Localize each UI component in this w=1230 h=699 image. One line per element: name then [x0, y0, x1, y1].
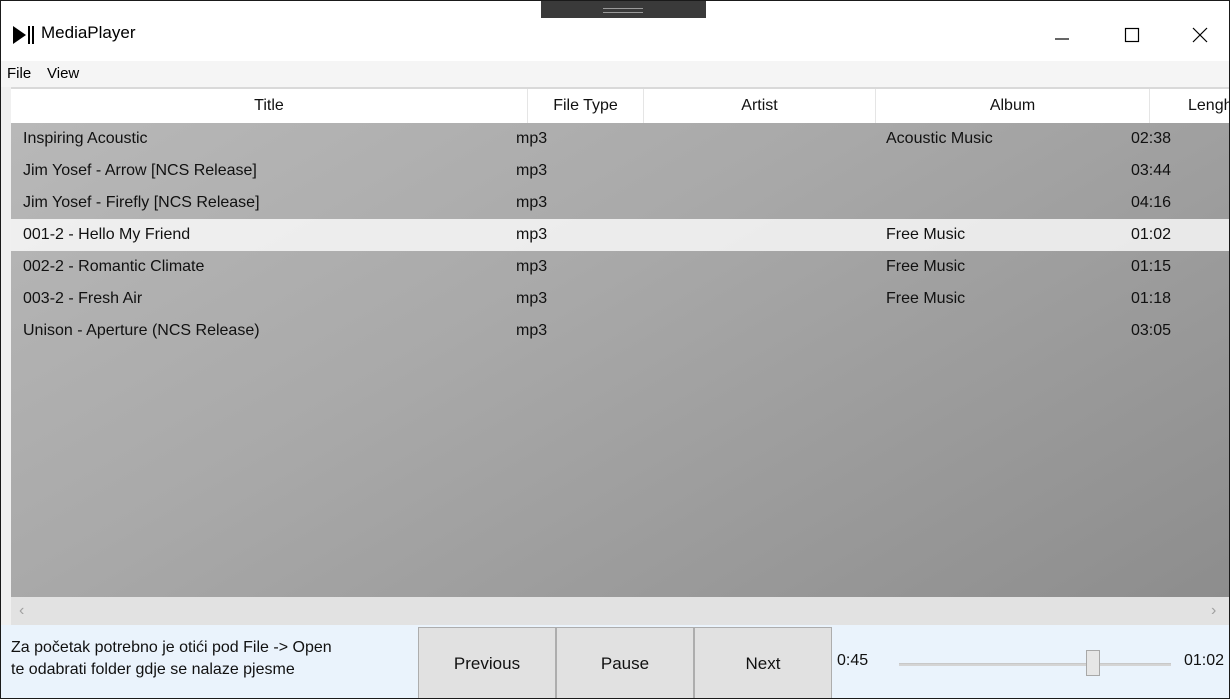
cell-length: 03:44	[1131, 162, 1172, 179]
maximize-button[interactable]	[1109, 17, 1155, 53]
player-controls-bar: Za početak potrebno je otići pod File ->…	[1, 625, 1229, 698]
cell-file-type: mp3	[516, 130, 548, 147]
drag-handle[interactable]	[541, 1, 706, 18]
play-pause-app-icon	[13, 26, 34, 44]
instructions-line-1: Za početak potrebno je otići pod File ->…	[11, 639, 332, 656]
scroll-left-icon[interactable]: ‹	[19, 602, 24, 620]
cell-length: 03:05	[1131, 322, 1172, 339]
cell-file-type: mp3	[516, 290, 548, 307]
menu-bar: File View	[1, 61, 1229, 87]
column-header-row: Title File Type Artist Album Lenght	[11, 87, 1229, 124]
column-header-title[interactable]: Title	[11, 89, 528, 123]
close-icon	[1192, 27, 1208, 43]
table-row-selected[interactable]: 001-2 - Hello My Friend mp3 Free Music 0…	[11, 219, 1229, 251]
cell-title: 002-2 - Romantic Climate	[23, 258, 205, 275]
cell-file-type: mp3	[516, 226, 548, 243]
current-time: 0:45	[837, 652, 869, 669]
cell-length: 02:38	[1131, 130, 1172, 147]
cell-title: Jim Yosef - Firefly [NCS Release]	[23, 194, 260, 211]
cell-file-type: mp3	[516, 162, 548, 179]
cell-album: Free Music	[886, 258, 966, 275]
pause-button[interactable]: Pause	[556, 627, 694, 698]
seek-slider-thumb[interactable]	[1086, 650, 1101, 676]
cell-title: Unison - Aperture (NCS Release)	[23, 322, 260, 339]
previous-button[interactable]: Previous	[418, 627, 556, 698]
minimize-button[interactable]	[1039, 17, 1085, 53]
table-body: Inspiring Acoustic mp3 Acoustic Music 02…	[11, 123, 1229, 597]
seek-slider-track[interactable]	[899, 663, 1171, 666]
table-row[interactable]: Inspiring Acoustic mp3 Acoustic Music 02…	[11, 123, 1229, 155]
table-row[interactable]: 002-2 - Romantic Climate mp3 Free Music …	[11, 251, 1229, 283]
instructions-text: Za početak potrebno je otići pod File ->…	[11, 637, 411, 681]
media-player-window: MediaPlayer File View Title File Type Ar…	[0, 0, 1230, 699]
menu-file[interactable]: File	[7, 65, 31, 82]
title-bar[interactable]: MediaPlayer	[1, 1, 1229, 61]
column-header-album[interactable]: Album	[876, 89, 1150, 123]
column-header-artist[interactable]: Artist	[644, 89, 876, 123]
cell-length: 01:18	[1131, 290, 1172, 307]
scroll-right-icon[interactable]: ›	[1211, 602, 1216, 620]
cell-album: Acoustic Music	[886, 130, 993, 147]
column-header-length[interactable]: Lenght	[1150, 89, 1229, 123]
cell-length: 01:02	[1131, 226, 1172, 243]
cell-length: 04:16	[1131, 194, 1172, 211]
table-row[interactable]: Unison - Aperture (NCS Release) mp3 03:0…	[11, 315, 1229, 347]
cell-length: 01:15	[1131, 258, 1172, 275]
maximize-icon	[1124, 27, 1140, 43]
instructions-line-2: te odabrati folder gdje se nalaze pjesme	[11, 661, 295, 678]
cell-title: Jim Yosef - Arrow [NCS Release]	[23, 162, 257, 179]
cell-title: Inspiring Acoustic	[23, 130, 148, 147]
grip-icon	[603, 8, 643, 13]
minimize-icon	[1055, 38, 1069, 40]
cell-album: Free Music	[886, 290, 966, 307]
close-button[interactable]	[1177, 17, 1223, 53]
table-row[interactable]: Jim Yosef - Firefly [NCS Release] mp3 04…	[11, 187, 1229, 219]
table-row[interactable]: Jim Yosef - Arrow [NCS Release] mp3 03:4…	[11, 155, 1229, 187]
horizontal-scrollbar[interactable]: ‹ ›	[11, 597, 1229, 625]
window-title: MediaPlayer	[41, 23, 136, 42]
cell-title: 003-2 - Fresh Air	[23, 290, 143, 307]
total-time: 01:02	[1184, 652, 1225, 669]
next-button[interactable]: Next	[694, 627, 832, 698]
cell-album: Free Music	[886, 226, 966, 243]
cell-file-type: mp3	[516, 322, 548, 339]
column-header-file-type[interactable]: File Type	[528, 89, 644, 123]
cell-file-type: mp3	[516, 258, 548, 275]
menu-view[interactable]: View	[47, 65, 79, 82]
table-row[interactable]: 003-2 - Fresh Air mp3 Free Music 01:18	[11, 283, 1229, 315]
song-list[interactable]: Title File Type Artist Album Lenght Insp…	[11, 87, 1229, 625]
cell-file-type: mp3	[516, 194, 548, 211]
cell-title: 001-2 - Hello My Friend	[23, 226, 191, 243]
